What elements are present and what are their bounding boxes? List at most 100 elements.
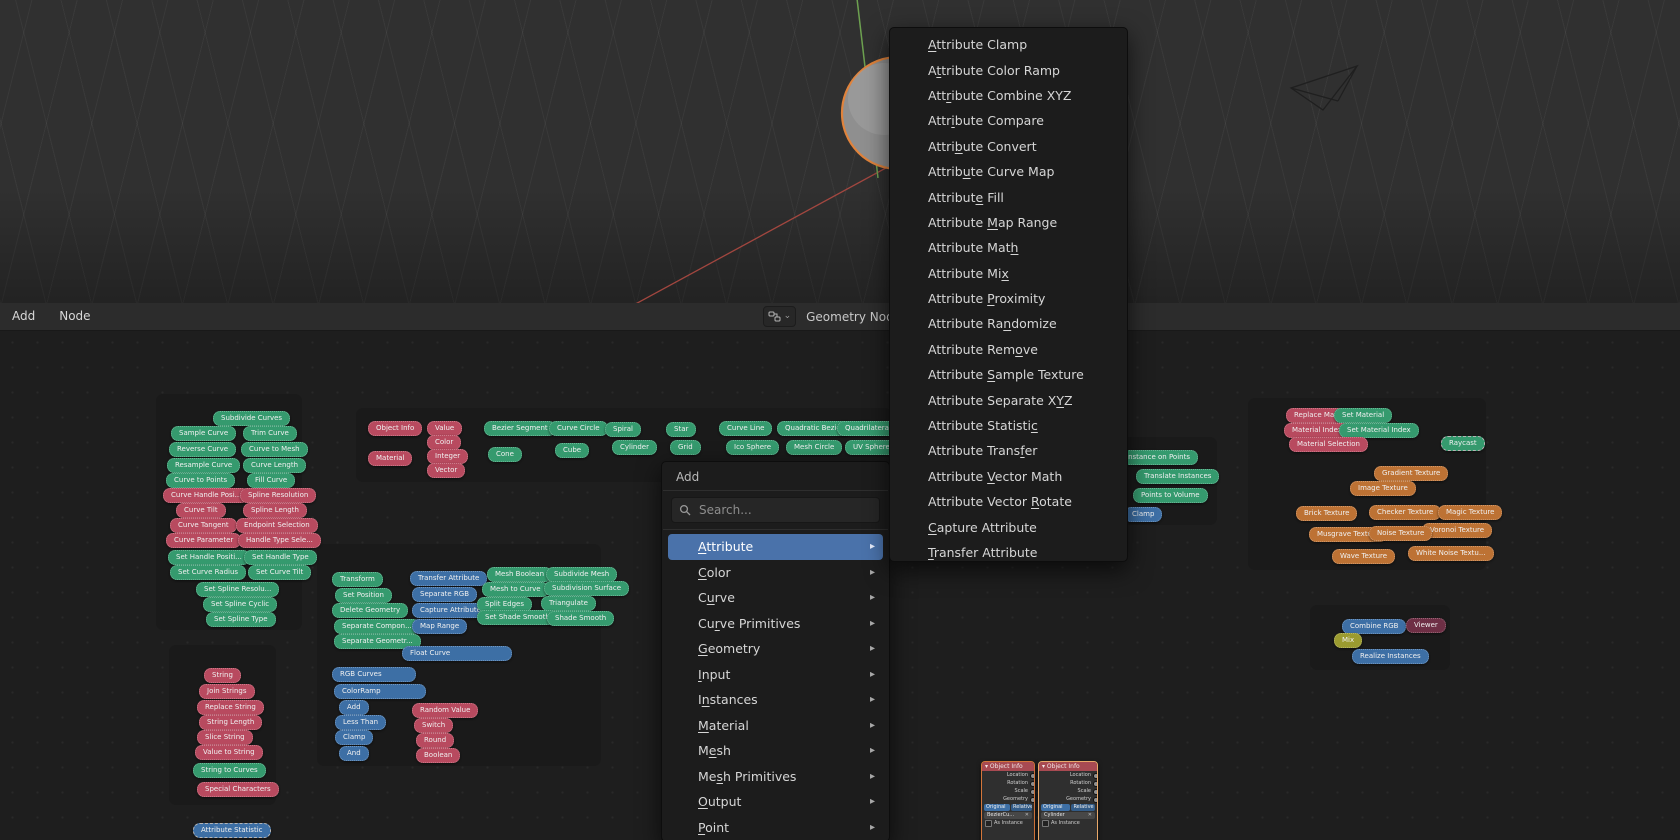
node-header[interactable]: ▾ Object Info [982,762,1034,771]
node-curve-circle[interactable]: Curve Circle [549,421,608,436]
node-value[interactable]: Value [427,421,462,436]
node-set-material-index[interactable]: Set Material Index [1339,423,1419,438]
submenu-item-attribute-randomize[interactable]: Attribute Randomize [894,311,1123,336]
menu-item-mesh[interactable]: Mesh▸ [668,738,883,764]
node-bezier-segment[interactable]: Bezier Segment [484,421,556,436]
node-sample-curve[interactable]: Sample Curve [171,426,236,441]
node-viewer[interactable]: Viewer [1406,618,1446,633]
node-ico-sphere[interactable]: Ico Sphere [726,440,779,455]
node-string[interactable]: String [204,668,241,683]
node-set-spline-resolu[interactable]: Set Spline Resolu... [196,582,279,597]
node-wave-texture[interactable]: Wave Texture [1332,549,1395,564]
node-star[interactable]: Star [666,422,696,437]
node-subdivision-surface[interactable]: Subdivision Surface [544,581,629,596]
menu-item-curve[interactable]: Curve▸ [668,585,883,611]
node-map-range[interactable]: Map Range [412,619,467,634]
mode-dropdown[interactable]: OriginalRelative [984,804,1032,811]
node-cone[interactable]: Cone [488,447,522,462]
node-switch[interactable]: Switch [414,718,453,733]
node-curve-to-points[interactable]: Curve to Points [166,473,235,488]
node-translate-instances[interactable]: Translate Instances [1136,469,1219,484]
object-selector[interactable]: Cylinder✕ [1041,812,1095,819]
node-attribute-statistic[interactable]: Attribute Statistic [193,823,271,838]
node-mesh-to-curve[interactable]: Mesh to Curve [482,582,549,597]
as-instance-checkbox[interactable] [1042,820,1049,827]
node-curve-tilt[interactable]: Curve Tilt [176,503,226,518]
mode-original[interactable]: Original [984,804,1010,811]
node-random-value[interactable]: Random Value [412,703,478,718]
object-info-node-1[interactable]: ▾ Object InfoLocationRotationScaleGeomet… [1038,761,1098,840]
menu-item-output[interactable]: Output▸ [668,789,883,815]
menu-item-attribute[interactable]: Attribute▸ [668,534,883,560]
mode-relative[interactable]: Relative [1071,804,1095,811]
submenu-item-attribute-curve-map[interactable]: Attribute Curve Map [894,159,1123,184]
node-curve-parameter[interactable]: Curve Parameter [166,533,241,548]
node-set-handle-positi[interactable]: Set Handle Positi... [168,550,250,565]
node-fill-curve[interactable]: Fill Curve [247,473,295,488]
node-curve-tangent[interactable]: Curve Tangent [170,518,237,533]
output-socket[interactable] [1030,797,1035,803]
object-selector[interactable]: BezierCu...✕ [984,812,1032,819]
submenu-item-attribute-proximity[interactable]: Attribute Proximity [894,286,1123,311]
node-value-to-string[interactable]: Value to String [195,745,263,760]
menu-item-point[interactable]: Point▸ [668,815,883,840]
submenu-item-attribute-color-ramp[interactable]: Attribute Color Ramp [894,57,1123,82]
node-integer[interactable]: Integer [427,449,468,464]
node-separate-compon[interactable]: Separate Compon... [334,619,420,634]
node-less-than[interactable]: Less Than [335,715,386,730]
submenu-item-attribute-math[interactable]: Attribute Math [894,235,1123,260]
node-curve-to-mesh[interactable]: Curve to Mesh [241,442,308,457]
node-round[interactable]: Round [416,733,454,748]
node-subdivide-mesh[interactable]: Subdivide Mesh [546,567,617,582]
output-socket[interactable] [1093,797,1098,803]
node-curve-length[interactable]: Curve Length [243,458,306,473]
submenu-item-transfer-attribute[interactable]: Transfer Attribute [894,540,1123,565]
node-cube[interactable]: Cube [555,443,589,458]
node-raycast[interactable]: Raycast [1441,436,1485,451]
mode-dropdown[interactable]: OriginalRelative [1041,804,1095,811]
search-input[interactable] [697,502,872,518]
mode-original[interactable]: Original [1041,804,1070,811]
node-reverse-curve[interactable]: Reverse Curve [169,442,236,457]
node-special-characters[interactable]: Special Characters [197,782,279,797]
cone-wireframe-object[interactable] [1291,66,1357,110]
node-color[interactable]: Color [427,435,461,450]
menu-node[interactable]: Node [47,303,102,330]
object-info-node-0[interactable]: ▾ Object InfoLocationRotationScaleGeomet… [981,761,1035,840]
mode-relative[interactable]: Relative [1011,804,1032,811]
node-noise-texture[interactable]: Noise Texture [1369,526,1432,541]
node-subdivide-curves[interactable]: Subdivide Curves [213,411,290,426]
node-separate-rgb[interactable]: Separate RGB [412,587,477,602]
editor-type-dropdown[interactable]: ⌄ [763,306,797,327]
node-grid[interactable]: Grid [670,440,701,455]
node-add[interactable]: Add [339,700,369,715]
submenu-item-capture-attribute[interactable]: Capture Attribute [894,514,1123,539]
search-row[interactable] [671,497,880,523]
node-checker-texture[interactable]: Checker Texture [1369,505,1441,520]
node-set-spline-cyclic[interactable]: Set Spline Cyclic [203,597,277,612]
node-endpoint-selection[interactable]: Endpoint Selection [236,518,318,533]
menu-add[interactable]: Add [0,303,47,330]
node-set-handle-type[interactable]: Set Handle Type [244,550,317,565]
node-spline-length[interactable]: Spline Length [243,503,307,518]
node-string-length[interactable]: String Length [199,715,262,730]
node-resample-curve[interactable]: Resample Curve [167,458,240,473]
submenu-item-attribute-transfer[interactable]: Attribute Transfer [894,438,1123,463]
node-shade-smooth[interactable]: Shade Smooth [547,611,614,626]
submenu-item-attribute-clamp[interactable]: Attribute Clamp [894,32,1123,57]
node-material-selection[interactable]: Material Selection [1289,437,1368,452]
node-brick-texture[interactable]: Brick Texture [1296,506,1357,521]
node-float-curve[interactable]: Float Curve [402,646,512,661]
node-string-to-curves[interactable]: String to Curves [193,763,266,778]
menu-item-input[interactable]: Input▸ [668,662,883,688]
node-spline-resolution[interactable]: Spline Resolution [240,488,316,503]
node-delete-geometry[interactable]: Delete Geometry [332,603,408,618]
node-triangulate[interactable]: Triangulate [541,596,596,611]
node-object-info[interactable]: Object Info [368,421,422,436]
clear-icon[interactable]: ✕ [1025,812,1029,819]
node-and[interactable]: And [339,746,369,761]
node-curve-handle-posi[interactable]: Curve Handle Posi... [163,488,249,503]
submenu-item-attribute-statistic[interactable]: Attribute Statistic [894,413,1123,438]
node-set-curve-tilt[interactable]: Set Curve Tilt [248,565,311,580]
node-header[interactable]: ▾ Object Info [1039,762,1097,771]
